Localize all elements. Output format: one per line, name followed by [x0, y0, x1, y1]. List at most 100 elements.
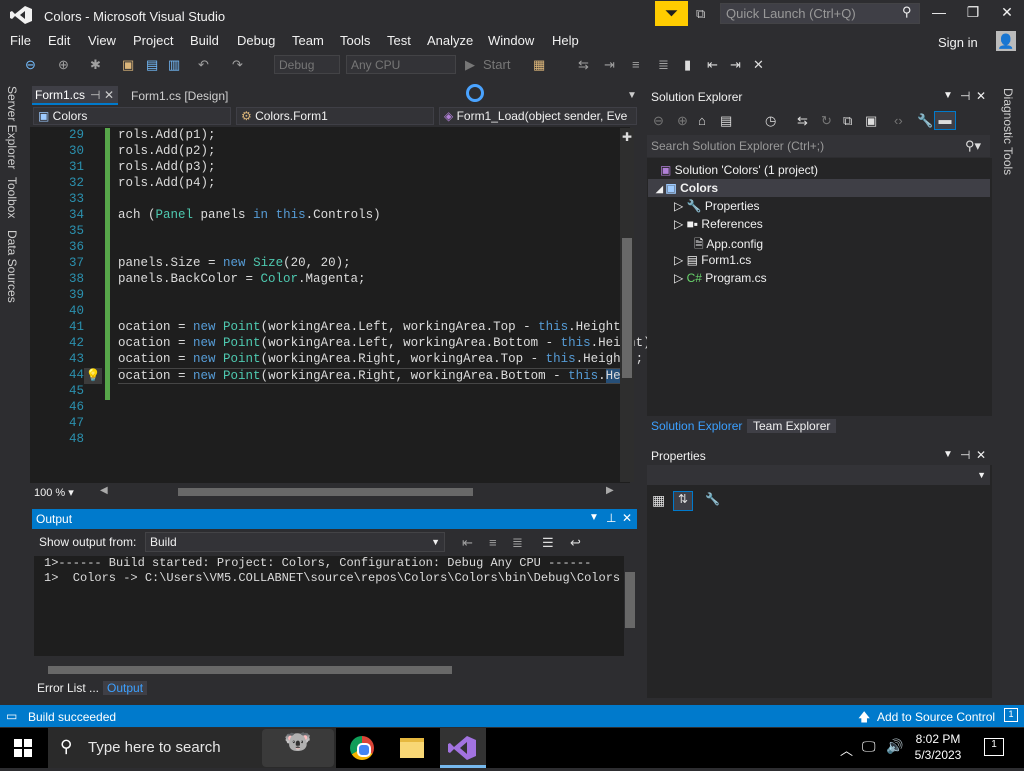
save-icon[interactable]: ▤	[146, 57, 158, 73]
forward-icon[interactable]: ⊕	[58, 57, 69, 73]
sign-in-link[interactable]: Sign in	[938, 35, 978, 50]
quick-launch-input[interactable]: Quick Launch (Ctrl+Q)	[720, 3, 920, 24]
undo-icon[interactable]: ↶	[198, 57, 209, 73]
configuration-dropdown[interactable]: Debug	[274, 55, 340, 74]
menu-help[interactable]: Help	[552, 33, 579, 48]
back-icon[interactable]: ⊖	[25, 57, 36, 73]
close-button[interactable]: ✕	[996, 4, 1018, 24]
output-source-dropdown[interactable]: Build ▼	[145, 532, 445, 552]
word-wrap-icon[interactable]: ↩	[570, 535, 581, 551]
tree-item-project[interactable]: ◢ ▣ Colors	[656, 181, 718, 195]
forward-icon[interactable]: ⊕	[677, 113, 688, 129]
close-icon[interactable]: ✕	[622, 511, 632, 525]
clear-all-icon[interactable]: ☰	[542, 535, 554, 551]
code-view-icon[interactable]: ‹›	[894, 113, 903, 128]
close-icon[interactable]: ✕	[976, 448, 986, 462]
switch-views-icon[interactable]: ▤	[720, 113, 732, 129]
bookmark-icon[interactable]: ▮	[684, 57, 691, 73]
file-explorer-icon[interactable]	[400, 738, 424, 758]
home-icon[interactable]: ⌂	[698, 113, 706, 128]
tree-item-program[interactable]: ▷ C# Program.cs	[674, 271, 767, 285]
server-explorer-tab[interactable]: Server Explorer	[5, 86, 19, 169]
pin-icon[interactable]: ⊣	[960, 448, 970, 462]
windows-start-icon[interactable]	[14, 739, 32, 757]
tab-form1-design[interactable]: Form1.cs [Design]	[131, 89, 228, 103]
prev-message-icon[interactable]: ≡	[489, 535, 497, 550]
scroll-right-icon[interactable]: ▶	[606, 485, 614, 496]
add-to-source-control-button[interactable]: Add to Source Control	[877, 710, 995, 724]
editor-vertical-scroll-thumb[interactable]	[622, 238, 632, 378]
arrow-up-icon[interactable]: 🡅	[858, 708, 870, 729]
browser-link-icon[interactable]: ▦	[533, 57, 545, 73]
menu-analyze[interactable]: Analyze	[427, 33, 473, 48]
next-message-icon[interactable]: ≣	[512, 535, 523, 551]
editor-horizontal-scroll-thumb[interactable]	[178, 488, 473, 496]
tree-item-form1[interactable]: ▷ ▤ Form1.cs	[674, 253, 751, 267]
collapse-all-icon[interactable]: ⧉	[843, 113, 852, 129]
save-all-icon[interactable]: ▥	[168, 57, 180, 73]
step-icon[interactable]: ⇥	[604, 57, 615, 73]
find-message-icon[interactable]: ⇤	[462, 535, 473, 551]
tree-item-references[interactable]: ▷ ■▪ References	[674, 217, 763, 231]
output-horizontal-scroll-thumb[interactable]	[48, 666, 452, 674]
tab-team-explorer[interactable]: Team Explorer	[747, 419, 837, 433]
property-pages-icon[interactable]: 🔧	[705, 492, 720, 506]
alphabetical-icon[interactable]: ⇅	[673, 491, 693, 511]
menu-view[interactable]: View	[88, 33, 116, 48]
solution-config-icon[interactable]: ⇆	[578, 57, 589, 73]
preview-icon[interactable]: ▬	[934, 111, 956, 130]
new-project-icon[interactable]: ✱	[90, 57, 101, 73]
tab-error-list[interactable]: Error List ...	[37, 681, 99, 695]
menu-test[interactable]: Test	[387, 33, 411, 48]
back-icon[interactable]: ⊖	[653, 113, 664, 129]
tab-form1-cs[interactable]: Form1.cs ⊣ ✕	[32, 86, 118, 105]
pin-icon[interactable]: ⊣	[960, 89, 970, 103]
search-icon[interactable]: ⚲	[902, 4, 912, 20]
close-icon[interactable]: ✕	[976, 89, 986, 103]
notification-badge[interactable]: 1	[1004, 708, 1018, 722]
menu-debug[interactable]: Debug	[237, 33, 275, 48]
feedback-filter-button[interactable]: ⏷	[655, 1, 688, 26]
project-nav-dropdown[interactable]: ▣ Colors	[33, 107, 231, 125]
zoom-level-dropdown[interactable]: 100 % ▾	[34, 486, 74, 499]
toolbox-tab[interactable]: Toolbox	[5, 177, 19, 218]
close-icon[interactable]: ✕	[104, 88, 114, 102]
class-nav-dropdown[interactable]: ⚙ Colors.Form1	[236, 107, 434, 125]
account-icon[interactable]: 👤	[996, 31, 1016, 51]
pin-icon[interactable]: ⊥	[606, 511, 616, 525]
sync-icon[interactable]: ⇆	[797, 113, 808, 129]
volume-icon[interactable]: 🔊	[886, 738, 903, 755]
start-button[interactable]: Start	[483, 57, 510, 72]
feedback-icon[interactable]: ⧉	[696, 6, 712, 21]
menu-build[interactable]: Build	[190, 33, 219, 48]
search-icon[interactable]: ⚲▾	[965, 138, 981, 154]
member-nav-dropdown[interactable]: ◈ Form1_Load(object sender, Eve	[439, 107, 637, 125]
tab-output[interactable]: Output	[103, 681, 148, 695]
output-vertical-scroll-thumb[interactable]	[625, 572, 635, 628]
pending-changes-icon[interactable]: ◷	[765, 113, 776, 129]
split-icon[interactable]: ✚	[622, 130, 632, 144]
prev-bookmark-icon[interactable]: ⇤	[707, 57, 718, 73]
network-icon[interactable]: 🖵	[862, 738, 876, 755]
lightbulb-icon[interactable]: 💡	[84, 368, 102, 384]
minimize-button[interactable]: —	[928, 4, 950, 24]
pin-icon[interactable]: ⊣	[90, 88, 100, 102]
next-bookmark-icon[interactable]: ⇥	[730, 57, 741, 73]
start-icon[interactable]: ▶	[465, 57, 475, 73]
clear-bookmarks-icon[interactable]: ✕	[753, 57, 764, 73]
platform-dropdown[interactable]: Any CPU	[346, 55, 456, 74]
properties-object-dropdown[interactable]: ▼	[647, 465, 990, 485]
chevron-up-icon[interactable]: ︿	[840, 740, 853, 759]
scroll-left-icon[interactable]: ◀	[100, 485, 108, 496]
menu-tools[interactable]: Tools	[340, 33, 370, 48]
maximize-button[interactable]: ❐	[962, 4, 984, 24]
redo-icon[interactable]: ↷	[232, 57, 243, 73]
diagnostic-tools-tab[interactable]: Diagnostic Tools	[1001, 88, 1015, 175]
dropdown-icon[interactable]: ▼	[943, 449, 953, 460]
tree-item-solution[interactable]: ▣ Solution 'Colors' (1 project)	[660, 163, 818, 177]
tab-solution-explorer[interactable]: Solution Explorer	[651, 419, 742, 433]
categorized-icon[interactable]: ▦	[652, 492, 665, 509]
menu-project[interactable]: Project	[133, 33, 173, 48]
notification-center-icon[interactable]: 1	[984, 738, 1004, 756]
visual-studio-taskbar-button[interactable]	[440, 728, 486, 768]
